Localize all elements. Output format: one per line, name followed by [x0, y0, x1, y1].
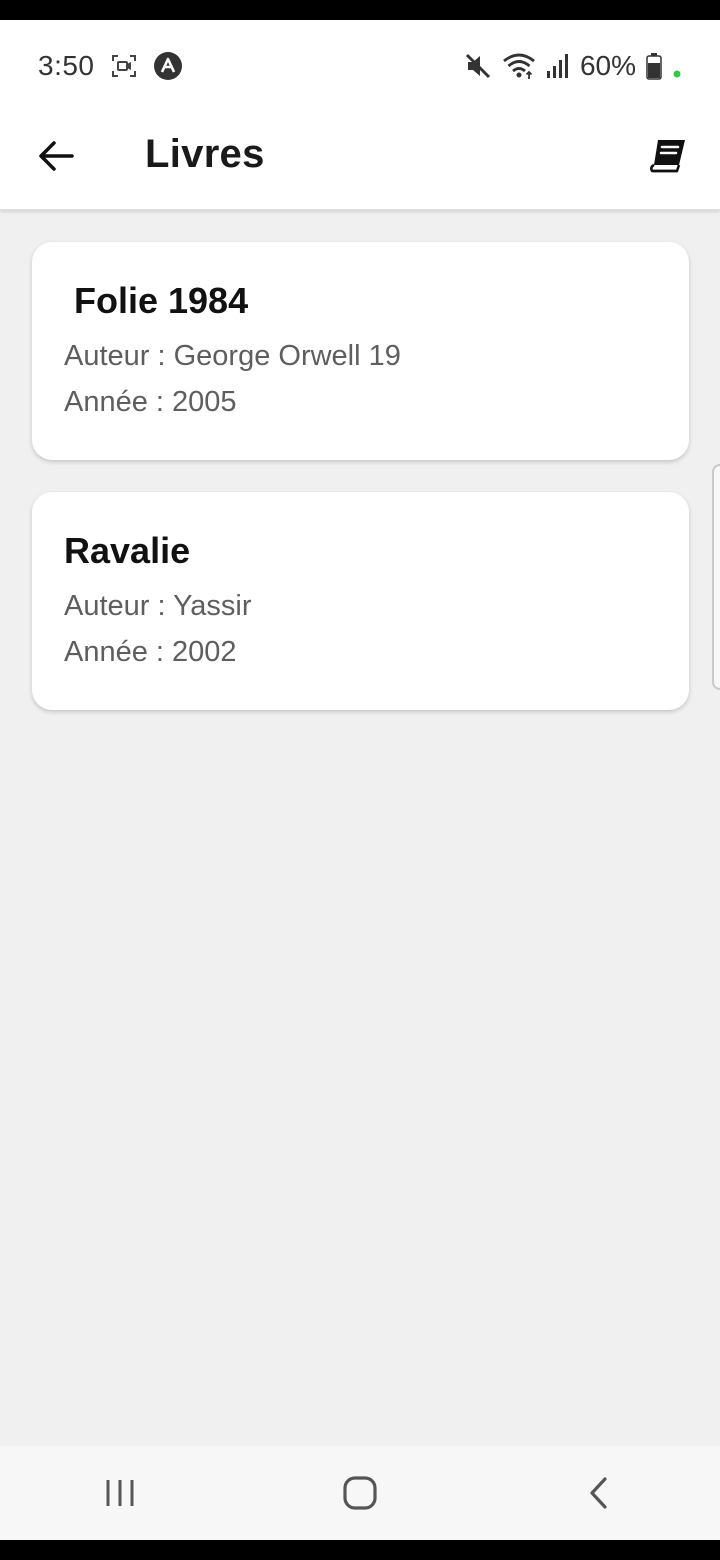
- books-button[interactable]: [646, 134, 690, 178]
- book-year: Année : 2005: [64, 386, 237, 418]
- page-title: Livres: [145, 132, 265, 176]
- signal-icon: [546, 53, 570, 79]
- battery-percent: 60%: [579, 50, 636, 81]
- battery-icon: [646, 52, 662, 80]
- app-header: Livres: [0, 112, 720, 210]
- status-left: 3:50: [38, 50, 183, 82]
- book-card[interactable]: Ravalie Auteur : Yassir Année : 2002: [32, 492, 689, 710]
- dot-indicator-icon: [672, 52, 682, 80]
- phone-screen: 3:50 60% Livres Folie 1984 Auteur: Geor…: [0, 0, 720, 1560]
- navigation-bar: [0, 1446, 720, 1540]
- edge-panel-handle[interactable]: [712, 464, 720, 690]
- back-nav-button[interactable]: [560, 1463, 640, 1523]
- home-button[interactable]: [320, 1463, 400, 1523]
- book-author: Auteur : George Orwell 19: [64, 340, 401, 372]
- book-title: Folie 1984: [74, 280, 249, 321]
- book-card[interactable]: Folie 1984 Auteur : George Orwell 19 Ann…: [32, 242, 689, 460]
- top-bezel: [0, 0, 720, 20]
- home-icon: [343, 1476, 377, 1510]
- wifi-icon: [502, 52, 536, 80]
- status-bar: 3:50 60%: [0, 20, 720, 112]
- recent-apps-button[interactable]: [80, 1463, 160, 1523]
- mute-icon: [464, 52, 492, 80]
- book-year: Année : 2002: [64, 636, 237, 668]
- book-list: Folie 1984 Auteur : George Orwell 19 Ann…: [32, 242, 689, 742]
- book-title: Ravalie: [64, 530, 191, 571]
- back-nav-icon: [590, 1477, 607, 1509]
- status-right: 60%: [464, 50, 682, 82]
- book-author: Auteur : Yassir: [64, 590, 252, 622]
- app-notification-icon: [153, 51, 183, 81]
- screen-record-icon: [111, 53, 137, 79]
- recent-apps-icon: [106, 1480, 134, 1506]
- status-time: 3:50: [38, 50, 95, 81]
- arrow-left-icon: [39, 141, 74, 171]
- back-button[interactable]: [34, 134, 78, 178]
- bottom-bezel: [0, 1540, 720, 1560]
- book-icon: [650, 140, 685, 173]
